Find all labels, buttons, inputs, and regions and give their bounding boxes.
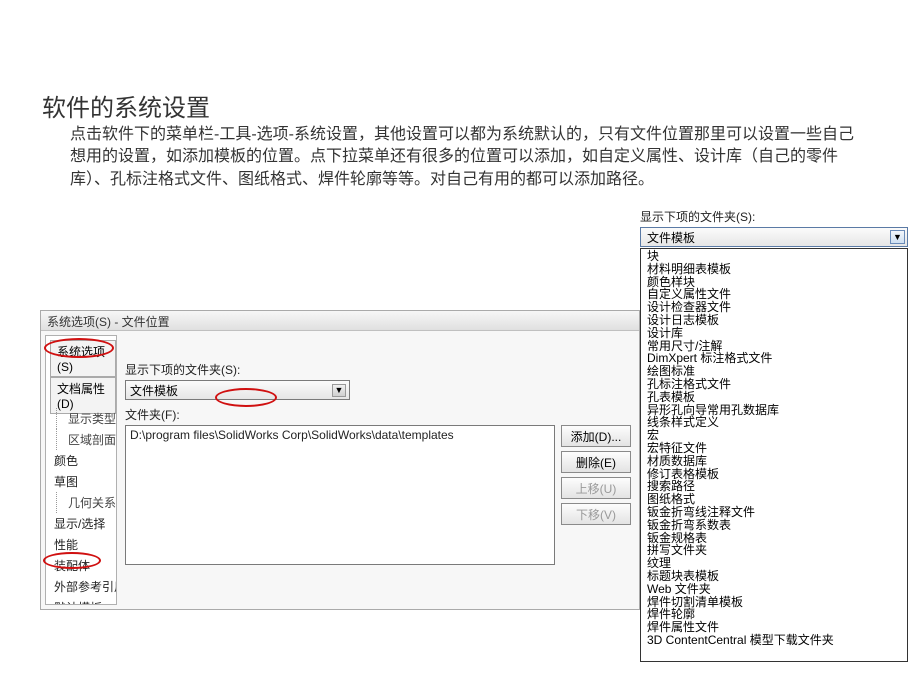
dropdown-option[interactable]: 钣金折弯系数表 [641,519,907,532]
dropdown-selected: 文件模板 [647,229,695,246]
tree-item[interactable]: 区域剖面线/填充 [50,429,112,450]
tree-item[interactable]: 外部参考引用 [50,576,112,597]
down-button[interactable]: 下移(V) [561,503,631,525]
tree-item[interactable]: 显示类型 [50,408,112,429]
tree-item[interactable]: 草图 [50,471,112,492]
dropdown-combo[interactable]: 文件模板 ▼ [640,227,908,247]
description-text: 点击软件下的菜单栏-工具-选项-系统设置，其他设置可以都为系统默认的，只有文件位… [70,124,860,191]
tree-item[interactable]: 几何关系/捕捉 [50,492,112,513]
page-title: 软件的系统设置 [42,88,210,123]
dropdown-option[interactable]: 块 [641,250,907,263]
highlight-ellipse-3 [215,388,277,407]
tree-item[interactable]: 显示/选择 [50,513,112,534]
dropdown-options-list[interactable]: 块材料明细表模板颜色样块自定义属性文件设计检查器文件设计日志模板设计库常用尺寸/… [640,248,908,662]
tree-item[interactable]: 默认模板 [50,597,112,605]
dropdown-option[interactable]: 钣金折弯线注释文件 [641,506,907,519]
dropdown-option[interactable]: 线条样式定义 [641,416,907,429]
show-folder-label: 显示下项的文件夹(S): [125,361,631,378]
dropdown-option[interactable]: 3D ContentCentral 模型下载文件夹 [641,634,907,647]
dropdown-option[interactable]: 孔表模板 [641,391,907,404]
content-panel: 显示下项的文件夹(S): 文件模板 ▼ 文件夹(F): D:\program f… [117,331,639,609]
dropdown-option[interactable]: 拼写文件夹 [641,544,907,557]
dropdown-option[interactable]: Web 文件夹 [641,583,907,596]
dropdown-option[interactable]: 孔标注格式文件 [641,378,907,391]
chevron-down-icon[interactable]: ▼ [890,230,905,244]
folder-path: D:\program files\SolidWorks Corp\SolidWo… [130,428,550,442]
up-button[interactable]: 上移(U) [561,477,631,499]
add-button[interactable]: 添加(D)... [561,425,631,447]
highlight-ellipse-1 [44,338,114,358]
system-options-dialog: 系统选项(S) - 文件位置 系统选项(S) 文档属性(D) 普通工程图显示类型… [40,310,640,610]
dropdown-option[interactable]: 设计日志模板 [641,314,907,327]
dialog-titlebar: 系统选项(S) - 文件位置 [41,311,639,331]
combo-value: 文件模板 [130,382,178,399]
dropdown-option[interactable]: 材质数据库 [641,455,907,468]
delete-button[interactable]: 删除(E) [561,451,631,473]
highlight-ellipse-2 [43,552,101,569]
chevron-down-icon[interactable]: ▼ [332,384,346,397]
dropdown-option[interactable]: 焊件属性文件 [641,621,907,634]
folder-listbox[interactable]: D:\program files\SolidWorks Corp\SolidWo… [125,425,555,565]
dialog-body: 系统选项(S) 文档属性(D) 普通工程图显示类型区域剖面线/填充颜色草图几何关… [41,331,639,609]
dropdown-section: 显示下项的文件夹(S): 文件模板 ▼ 块材料明细表模板颜色样块自定义属性文件设… [640,208,908,662]
dropdown-option[interactable]: 纹理 [641,557,907,570]
dropdown-label: 显示下项的文件夹(S): [640,208,908,225]
button-column: 添加(D)... 删除(E) 上移(U) 下移(V) [561,425,631,525]
dropdown-option[interactable]: 设计库 [641,327,907,340]
folder-label: 文件夹(F): [125,406,631,423]
dropdown-option[interactable]: 材料明细表模板 [641,263,907,276]
tree-item[interactable]: 颜色 [50,450,112,471]
dropdown-option[interactable]: 宏特征文件 [641,442,907,455]
dropdown-option[interactable]: 标题块表模板 [641,570,907,583]
